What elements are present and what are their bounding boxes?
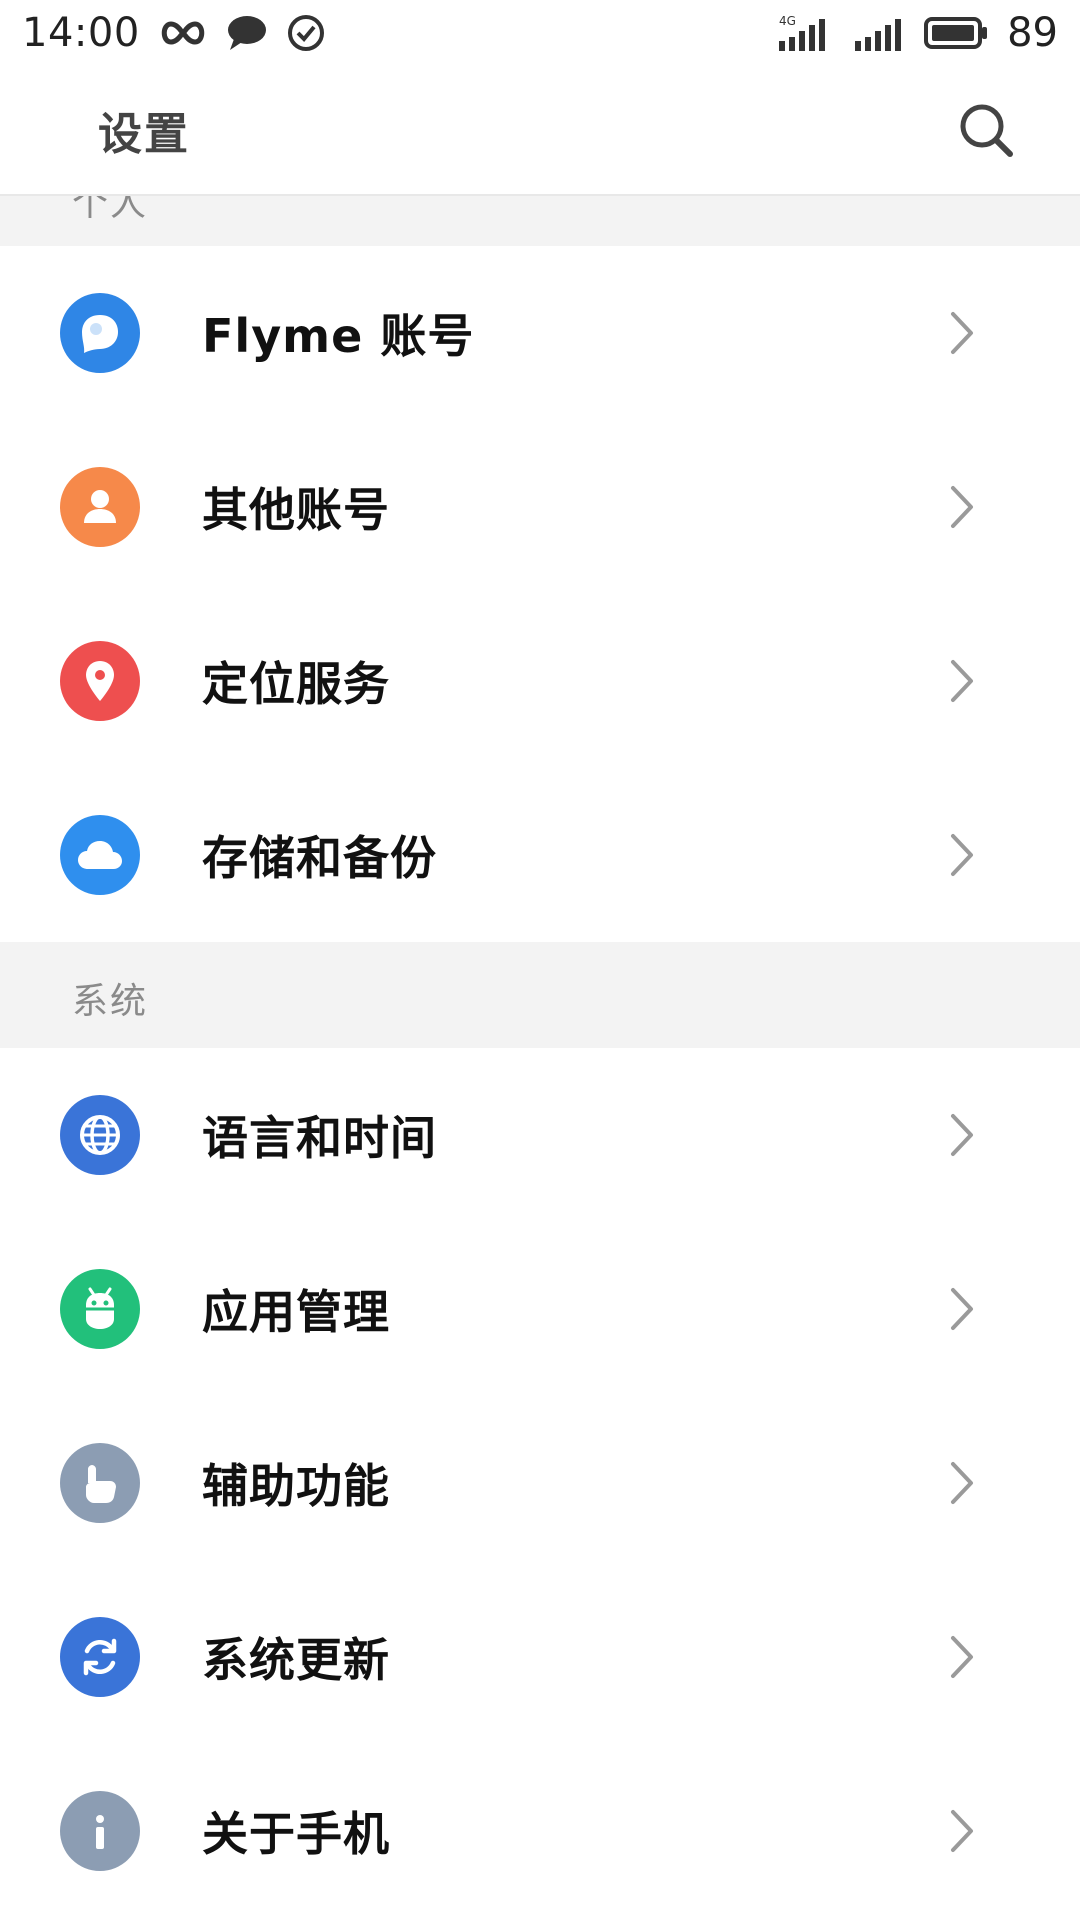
settings-item-label: 语言和时间 [202,1111,437,1165]
status-bar-right: 4G 89 [777,10,1058,56]
sync-icon [60,1617,140,1697]
chevron-right-icon [942,651,982,711]
globe-icon [60,1095,140,1175]
infinity-icon [158,18,208,48]
section-header-personal: 个人 [0,196,1080,246]
status-bar-left: 14:00 [22,10,326,56]
chevron-right-icon [942,1105,982,1165]
flyme-account-icon [60,293,140,373]
cloud-icon [60,815,140,895]
chevron-right-icon [942,303,982,363]
chevron-right-icon [942,1801,982,1861]
section-header-system: 系统 [0,942,1080,1048]
info-icon [60,1791,140,1871]
settings-item-about-phone[interactable]: 关于手机 [0,1744,1080,1918]
section-title: 系统 [72,981,149,1022]
settings-item-accessibility[interactable]: 辅助功能 [0,1396,1080,1570]
chevron-right-icon [942,1453,982,1513]
status-bar: 14:00 4G 89 [0,0,1080,66]
user-icon [60,467,140,547]
settings-item-label: 关于手机 [202,1807,390,1861]
settings-item-label: 存储和备份 [202,831,437,885]
battery-level: 89 [1007,10,1058,56]
signal-icon [853,13,905,53]
status-time: 14:00 [22,10,140,56]
settings-item-flyme-account[interactable]: Flyme 账号 [0,246,1080,420]
section-title: 个人 [72,196,149,224]
settings-item-label: 其他账号 [202,483,390,537]
settings-item-label: Flyme 账号 [202,309,475,363]
chevron-right-icon [942,477,982,537]
chevron-right-icon [942,1279,982,1339]
location-pin-icon [60,641,140,721]
chevron-right-icon [942,825,982,885]
settings-item-label: 系统更新 [202,1633,390,1687]
message-icon [226,14,268,52]
settings-item-label: 定位服务 [202,657,390,711]
signal-4g-icon: 4G [777,13,835,53]
android-icon [60,1269,140,1349]
settings-item-label: 辅助功能 [202,1459,390,1513]
settings-item-language-time[interactable]: 语言和时间 [0,1048,1080,1222]
hand-pointer-icon [60,1443,140,1523]
chevron-right-icon [942,1627,982,1687]
personal-settings-list: Flyme 账号 其他账号 定位服务 存储和备份 [0,246,1080,942]
system-settings-list: 语言和时间 应用管理 辅助功能 系统更新 关于手机 [0,1048,1080,1918]
settings-item-app-management[interactable]: 应用管理 [0,1222,1080,1396]
settings-item-system-update[interactable]: 系统更新 [0,1570,1080,1744]
settings-item-label: 应用管理 [202,1285,390,1339]
check-circle-icon [286,13,326,53]
battery-icon [923,15,989,51]
settings-item-location-services[interactable]: 定位服务 [0,594,1080,768]
settings-item-other-accounts[interactable]: 其他账号 [0,420,1080,594]
search-button[interactable] [956,100,1016,160]
svg-text:4G: 4G [779,14,796,28]
page-title: 设置 [98,109,190,160]
search-icon [960,104,1013,157]
app-bar: 设置 [0,66,1080,196]
settings-item-storage-backup[interactable]: 存储和备份 [0,768,1080,942]
